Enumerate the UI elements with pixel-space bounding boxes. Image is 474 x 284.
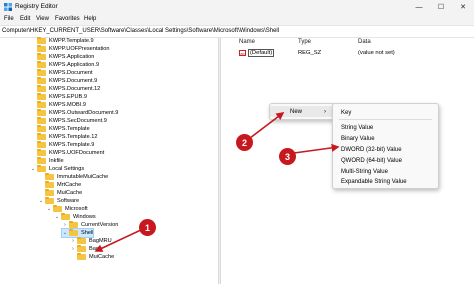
- arrow-2: [249, 112, 285, 139]
- step-badge-2: 2: [236, 134, 253, 151]
- step-badge-3: 3: [279, 148, 296, 165]
- arrow-1: [94, 228, 144, 252]
- arrow-3: [293, 143, 340, 154]
- step-badge-1: 1: [139, 219, 156, 236]
